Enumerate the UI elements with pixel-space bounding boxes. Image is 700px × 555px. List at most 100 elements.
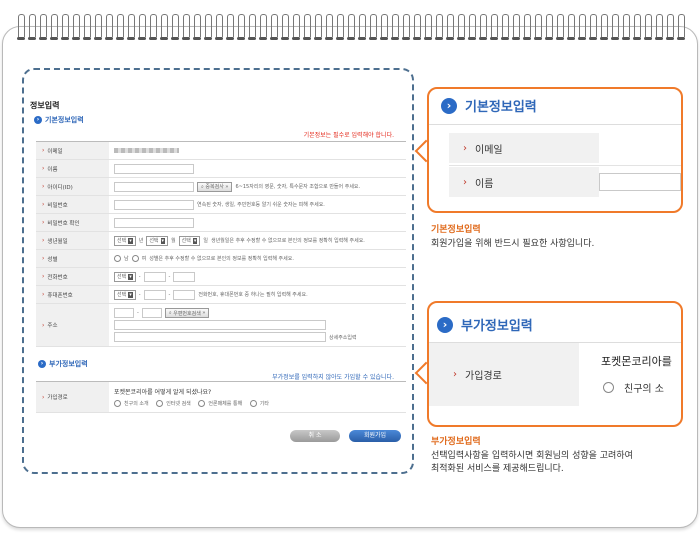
required-note: 기본정보는 필수로 입력해야 합니다.	[303, 132, 394, 139]
spiral-ring	[413, 14, 421, 40]
spiral-ring	[655, 14, 663, 40]
spiral-ring	[160, 14, 168, 40]
spiral-ring	[545, 14, 553, 40]
join-option-radio-0[interactable]	[114, 400, 121, 407]
row-name: 이름	[36, 160, 406, 178]
id-check-button[interactable]: ⌕ 중복검사 »	[197, 181, 233, 192]
birth-year-selected: 선택	[117, 238, 127, 244]
optional-note: 부가정보를 입력하지 않아도 가입할 수 있습니다.	[272, 374, 394, 381]
spiral-ring	[226, 14, 234, 40]
spiral-ring	[292, 14, 300, 40]
mobile-middle-input[interactable]	[143, 289, 166, 300]
birth-day-select[interactable]: 선택	[178, 235, 201, 246]
mobile-dash-2: -	[168, 291, 171, 298]
callout-join-question: 포켓몬코리아를	[601, 355, 672, 368]
spiral-ring	[17, 14, 25, 40]
zip-code-input-2[interactable]	[141, 308, 162, 318]
callout-row-divider	[449, 165, 681, 166]
optional-section-title: 부가정보입력	[49, 360, 88, 368]
birth-month-select[interactable]: 선택	[146, 235, 169, 246]
spiral-ring	[589, 14, 597, 40]
zip-code-input-1[interactable]	[114, 308, 134, 318]
year-label: 년	[138, 238, 144, 244]
spiral-ring	[435, 14, 443, 40]
spiral-ring	[270, 14, 278, 40]
cancel-button[interactable]: 취 소	[290, 430, 340, 442]
join-option-radio-3[interactable]	[249, 400, 257, 407]
male-label: 남	[124, 256, 129, 262]
gender-female-radio[interactable]	[131, 255, 139, 262]
join-option-radio-1[interactable]	[156, 400, 164, 407]
callout-optional-desc-title: 부가정보입력	[431, 437, 481, 447]
spiral-ring	[512, 14, 520, 40]
spiral-ring	[94, 14, 102, 40]
spiral-ring	[424, 14, 432, 40]
gender-male-radio[interactable]	[114, 255, 121, 262]
birthday-help-text: 생년월일은 추후 수정할 수 없으므로 본인의 정보를 정확히 입력해 주세요.	[210, 238, 365, 244]
row-password: 비밀번호 연속된 숫자, 생일, 주민번호등 알기 쉬운 숫자는 피해 주세요.	[36, 196, 406, 214]
spiral-ring	[72, 14, 80, 40]
spiral-ring	[611, 14, 619, 40]
spiral-ring	[204, 14, 212, 40]
search-icon: ⌕	[201, 183, 204, 190]
address-input[interactable]	[114, 320, 326, 330]
password-input[interactable]	[114, 199, 194, 210]
basic-section-heading: › 기본정보입력	[34, 115, 84, 125]
id-input[interactable]	[114, 181, 194, 192]
callout-basic-desc-title: 기본정보입력	[431, 225, 481, 235]
spiral-ring	[347, 14, 355, 40]
spiral-ring	[138, 14, 146, 40]
spiral-ring	[622, 14, 630, 40]
password-confirm-input[interactable]	[114, 217, 194, 228]
callout-basic-title: 기본정보입력	[465, 100, 537, 115]
spiral-ring	[633, 14, 641, 40]
mobile-prefix-select[interactable]: 선택	[114, 289, 136, 300]
phone-last-input[interactable]	[173, 271, 196, 282]
spiral-ring	[446, 14, 454, 40]
mobile-last-input[interactable]	[173, 289, 196, 300]
spiral-ring	[237, 14, 245, 40]
row-phone: 전화번호 선택 - -	[36, 268, 406, 286]
spiral-ring	[501, 14, 509, 40]
join-option-label-1: 인터넷 검색	[166, 401, 191, 407]
callout-join-option: 친구의 소	[603, 380, 664, 395]
row-join-path: 가입경로 포켓몬코리아를 어떻게 알게 되셨나요? 친구의 소개 인터넷 검색 …	[36, 382, 406, 413]
chevron-right-icon: ›	[441, 97, 457, 114]
zip-search-button[interactable]: ⌕ 우편번호검색 »	[164, 308, 210, 318]
phone-middle-input[interactable]	[143, 271, 166, 282]
spiral-ring	[534, 14, 542, 40]
callout-basic-heading: › 기본정보입력	[441, 96, 537, 115]
password-label: 비밀번호	[36, 196, 109, 213]
birth-year-select[interactable]: 선택	[114, 235, 136, 246]
female-label: 여	[141, 256, 147, 262]
address-label: 주소	[36, 304, 109, 346]
spiral-ring	[677, 14, 685, 40]
callout-name-input[interactable]	[599, 173, 681, 191]
row-mobile: 휴대폰번호 선택 - - 전화번호, 휴대폰번호 중 하나는 필히 입력해 주세…	[36, 286, 406, 304]
zip-dash: -	[137, 310, 139, 316]
callout-optional-heading: › 부가정보입력	[437, 315, 533, 334]
form-title: 정보입력	[30, 101, 60, 110]
name-input[interactable]	[114, 163, 194, 174]
phone-prefix-selected: 선택	[117, 274, 127, 280]
phone-dash-1: -	[138, 273, 141, 280]
spiral-ring	[457, 14, 465, 40]
password-confirm-label: 비밀번호 확인	[36, 214, 109, 231]
spiral-ring	[479, 14, 487, 40]
join-option-radio-2[interactable]	[198, 400, 206, 407]
chevron-right-icon: ›	[38, 360, 46, 368]
callout-join-radio[interactable]	[603, 382, 614, 393]
gender-label: 성별	[36, 250, 109, 267]
spiral-ring	[248, 14, 256, 40]
detail-address-input[interactable]	[114, 332, 326, 342]
callout-name-label: 이름	[449, 167, 599, 197]
mobile-label: 휴대폰번호	[36, 286, 109, 303]
password-help-text: 연속된 숫자, 생일, 주민번호등 알기 쉬운 숫자는 피해 주세요.	[197, 202, 325, 208]
spiral-ring	[116, 14, 124, 40]
spiral-ring	[567, 14, 575, 40]
spiral-ring	[336, 14, 344, 40]
phone-prefix-select[interactable]: 선택	[114, 271, 136, 282]
basic-section-title: 기본정보입력	[45, 116, 84, 124]
join-button[interactable]: 회원가입	[349, 430, 401, 442]
callout-basic: › 기본정보입력 이메일 이름	[427, 87, 683, 213]
